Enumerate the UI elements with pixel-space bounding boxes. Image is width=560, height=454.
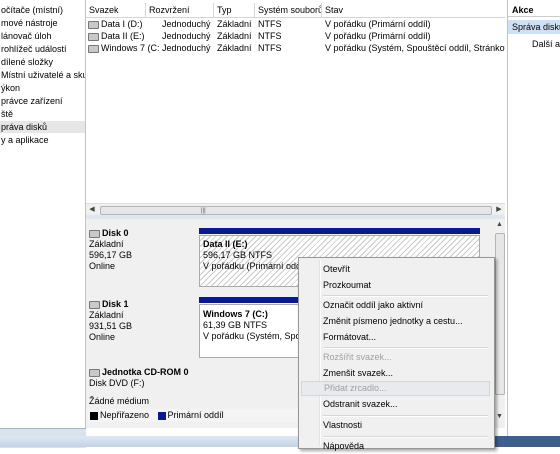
scrollbar-thumb[interactable] [495, 233, 505, 395]
layout-cell: Jednoduchý [162, 31, 211, 41]
status-cell: V pořádku (Systém, Spouštěcí oddíl, Strá… [325, 43, 505, 53]
menu-separator [323, 295, 488, 297]
type-cell: Základní [217, 43, 252, 53]
tree-item-disk-management[interactable]: práva disků [0, 121, 85, 133]
volume-name-cell: Data II (E:) [86, 30, 146, 42]
tree-item-local-users[interactable]: Místní uživatelé a skupi [0, 69, 85, 81]
partition-title: Windows 7 (C:) [203, 309, 268, 319]
scroll-down-icon[interactable]: ▼ [494, 411, 505, 423]
cdrom-icon [89, 368, 100, 377]
disk-icon [89, 300, 100, 309]
actions-header: Akce [508, 3, 560, 17]
column-header-type[interactable]: Typ [214, 3, 255, 17]
volume-list-header: Svazek Rozvržení Typ Systém souborů Stav [86, 3, 505, 18]
table-row[interactable]: Windows 7 (C:) Jednoduchý Základní NTFS … [86, 42, 505, 54]
volume-name-cell: Windows 7 (C:) [86, 42, 160, 54]
menu-item-format[interactable]: Formátovat... [301, 330, 490, 345]
menu-separator [323, 436, 488, 438]
tree-item-device-manager[interactable]: právce zařízení [0, 95, 63, 107]
console-tree: očítače (místní) mové nástroje lánovač ú… [0, 0, 86, 447]
action-more[interactable]: Další akce [508, 37, 560, 51]
actions-pane: Akce Správa disků Další akce [507, 0, 560, 447]
menu-item-open[interactable]: Otevřít [301, 262, 490, 277]
volume-icon [88, 32, 99, 41]
volume-name: Data II (E:) [101, 31, 145, 41]
cdrom-label[interactable]: Jednotka CD-ROM 0 Disk DVD (F:) Žádné mé… [89, 367, 197, 407]
disk-type: Základní [89, 310, 124, 320]
table-row[interactable]: Data I (D:) Jednoduchý Základní NTFS V p… [86, 18, 505, 30]
column-header-filesystem[interactable]: Systém souborů [255, 3, 322, 17]
disk-status: Online [89, 332, 116, 342]
menu-separator [323, 347, 488, 349]
status-strip-left [0, 436, 300, 447]
disk-size: 931,51 GB [89, 321, 133, 331]
volume-name-cell: Data I (D:) [86, 18, 146, 30]
tree-item-services[interactable]: y a aplikace [0, 134, 49, 146]
disk-size: 596,17 GB [89, 250, 133, 260]
status-cell: V pořádku (Primární oddíl) [325, 19, 431, 29]
menu-item-add-mirror[interactable]: Přidat zrcadlo... [301, 381, 490, 396]
table-row[interactable]: Data II (E:) Jednoduchý Základní NTFS V … [86, 30, 505, 42]
disk-type: Základní [89, 239, 124, 249]
legend-primary: Primární oddíl [167, 410, 224, 420]
tree-item-tools[interactable]: mové nástroje [0, 17, 58, 29]
disk-name: Disk 1 [102, 299, 129, 309]
menu-item-change-drive-letter[interactable]: Změnit písmeno jednotky a cestu... [301, 314, 490, 329]
menu-item-delete-volume[interactable]: Odstranit svazek... [301, 397, 490, 412]
column-header-status[interactable]: Stav [322, 3, 505, 17]
layout-cell: Jednoduchý [162, 19, 211, 29]
context-menu: Otevřít Prozkoumat Označit oddíl jako ak… [298, 257, 495, 451]
scroll-up-icon[interactable]: ▲ [494, 219, 505, 231]
layout-cell: Jednoduchý [162, 43, 211, 53]
filesystem-cell: NTFS [258, 43, 282, 53]
menu-item-explore[interactable]: Prozkoumat [301, 278, 490, 293]
disk-status: Online [89, 261, 116, 271]
menu-item-shrink-volume[interactable]: Zmenšit svazek... [301, 366, 490, 381]
column-header-volume[interactable]: Svazek [86, 3, 146, 17]
filesystem-cell: NTFS [258, 31, 282, 41]
grip-icon: ||| [201, 208, 206, 214]
tree-item-performance[interactable]: ýkon [0, 82, 20, 94]
menu-item-extend-volume[interactable]: Rozšířit svazek... [301, 350, 490, 365]
menu-item-mark-active[interactable]: Označit oddíl jako aktivní [301, 298, 490, 313]
column-header-layout[interactable]: Rozvržení [146, 3, 214, 17]
volume-name: Data I (D:) [101, 19, 143, 29]
tree-item-task-scheduler[interactable]: lánovač úloh [0, 30, 52, 42]
disk-icon [89, 229, 100, 238]
menu-item-properties[interactable]: Vlastnosti [301, 418, 490, 433]
cdrom-status: Žádné médium [89, 396, 150, 406]
tree-item-computer[interactable]: očítače (místní) [0, 4, 63, 16]
disk-name: Disk 0 [102, 228, 129, 238]
partition-bar [199, 228, 480, 234]
filesystem-cell: NTFS [258, 19, 282, 29]
type-cell: Základní [217, 19, 252, 29]
disk-1-label[interactable]: Disk 1 Základní 931,51 GB Online [89, 299, 197, 343]
menu-separator [323, 415, 488, 417]
tree-item-event-viewer[interactable]: rohlížeč událostí [0, 43, 67, 55]
cdrom-type: Disk DVD (F:) [89, 378, 145, 388]
volume-icon [88, 20, 99, 29]
disk-0-label[interactable]: Disk 0 Základní 596,17 GB Online [89, 228, 197, 272]
cdrom-name: Jednotka CD-ROM 0 [102, 367, 189, 377]
volume-list: Svazek Rozvržení Typ Systém souborů Stav… [86, 3, 505, 216]
partition-title: Data II (E:) [203, 239, 248, 249]
action-disk-management[interactable]: Správa disků [508, 20, 560, 34]
status-cell: V pořádku (Primární oddíl) [325, 31, 431, 41]
tree-item-storage[interactable]: ště [0, 108, 13, 120]
volume-icon [88, 44, 99, 53]
volume-name: Windows 7 (C:) [101, 43, 160, 53]
unallocated-swatch [90, 411, 98, 420]
type-cell: Základní [217, 31, 252, 41]
primary-swatch [157, 411, 166, 420]
legend-unallocated: Nepřiřazeno [100, 410, 150, 420]
vertical-scrollbar[interactable]: ▲ ▼ [494, 219, 505, 428]
scrollbar-thumb[interactable]: ||| [100, 206, 492, 215]
tree-item-shared-folders[interactable]: dílené složky [0, 56, 53, 68]
